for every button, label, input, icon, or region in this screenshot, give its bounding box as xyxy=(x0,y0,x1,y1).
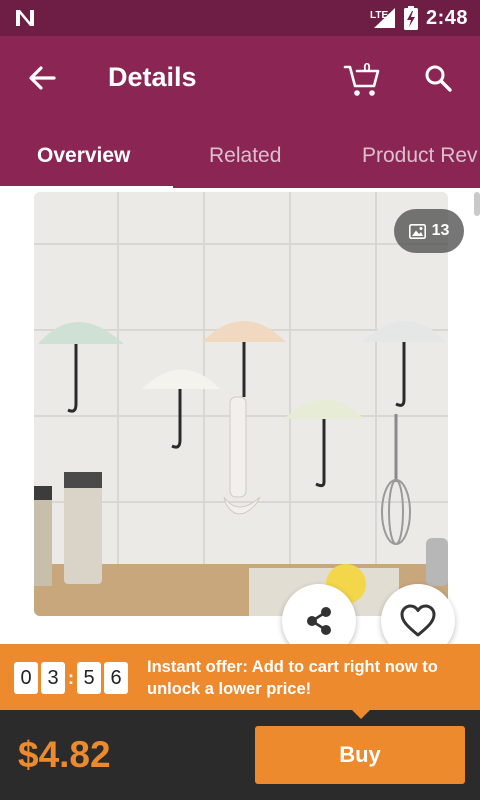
share-icon xyxy=(307,607,331,635)
battery-charging-icon xyxy=(403,6,418,30)
timer-separator: : xyxy=(68,667,74,688)
heart-icon xyxy=(400,604,436,637)
network-type-label: LTE xyxy=(370,10,388,21)
status-time: 2:48 xyxy=(425,6,468,29)
image-count-badge[interactable]: 13 xyxy=(394,209,464,253)
timer-digit: 6 xyxy=(104,662,128,694)
timer-digit: 3 xyxy=(41,662,65,694)
cart-button[interactable]: 0 xyxy=(340,56,384,100)
price: $4.82 xyxy=(18,734,111,775)
back-button[interactable] xyxy=(22,58,62,98)
timer-digit: 0 xyxy=(14,662,38,694)
shopping-cart-icon xyxy=(343,65,380,96)
product-photo-illustration xyxy=(34,192,448,616)
purchase-bar: $4.82 Buy xyxy=(0,710,480,800)
app-bar: Details 0 Overview Related Product Rev xyxy=(0,36,480,190)
image-icon xyxy=(408,223,426,239)
cart-count-badge: 0 xyxy=(363,60,370,75)
page-title: Details xyxy=(108,62,197,92)
product-image[interactable] xyxy=(34,192,448,616)
tab-bar: Overview Related Product Rev xyxy=(0,136,480,188)
tab-indicator xyxy=(0,186,173,190)
tab-product-reviews[interactable]: Product Rev xyxy=(362,144,478,168)
search-button[interactable] xyxy=(418,58,458,98)
status-bar: LTE 2:48 xyxy=(0,0,480,36)
signal-icon: LTE xyxy=(370,8,395,28)
scroll-indicator xyxy=(474,192,480,216)
timer-digit: 5 xyxy=(77,662,101,694)
notification-n-icon xyxy=(16,10,34,26)
countdown-timer: 0 3 : 5 6 xyxy=(14,662,128,694)
image-count: 13 xyxy=(431,222,450,239)
instant-offer-banner[interactable]: 0 3 : 5 6 Instant offer: Add to cart rig… xyxy=(0,644,480,710)
tab-overview[interactable]: Overview xyxy=(37,144,130,168)
offer-pointer xyxy=(352,710,370,719)
offer-text: Instant offer: Add to cart right now to … xyxy=(147,658,438,698)
buy-button[interactable]: Buy xyxy=(255,726,465,784)
search-icon xyxy=(425,65,452,92)
arrow-back-icon xyxy=(29,66,56,90)
tab-related[interactable]: Related xyxy=(209,144,281,168)
